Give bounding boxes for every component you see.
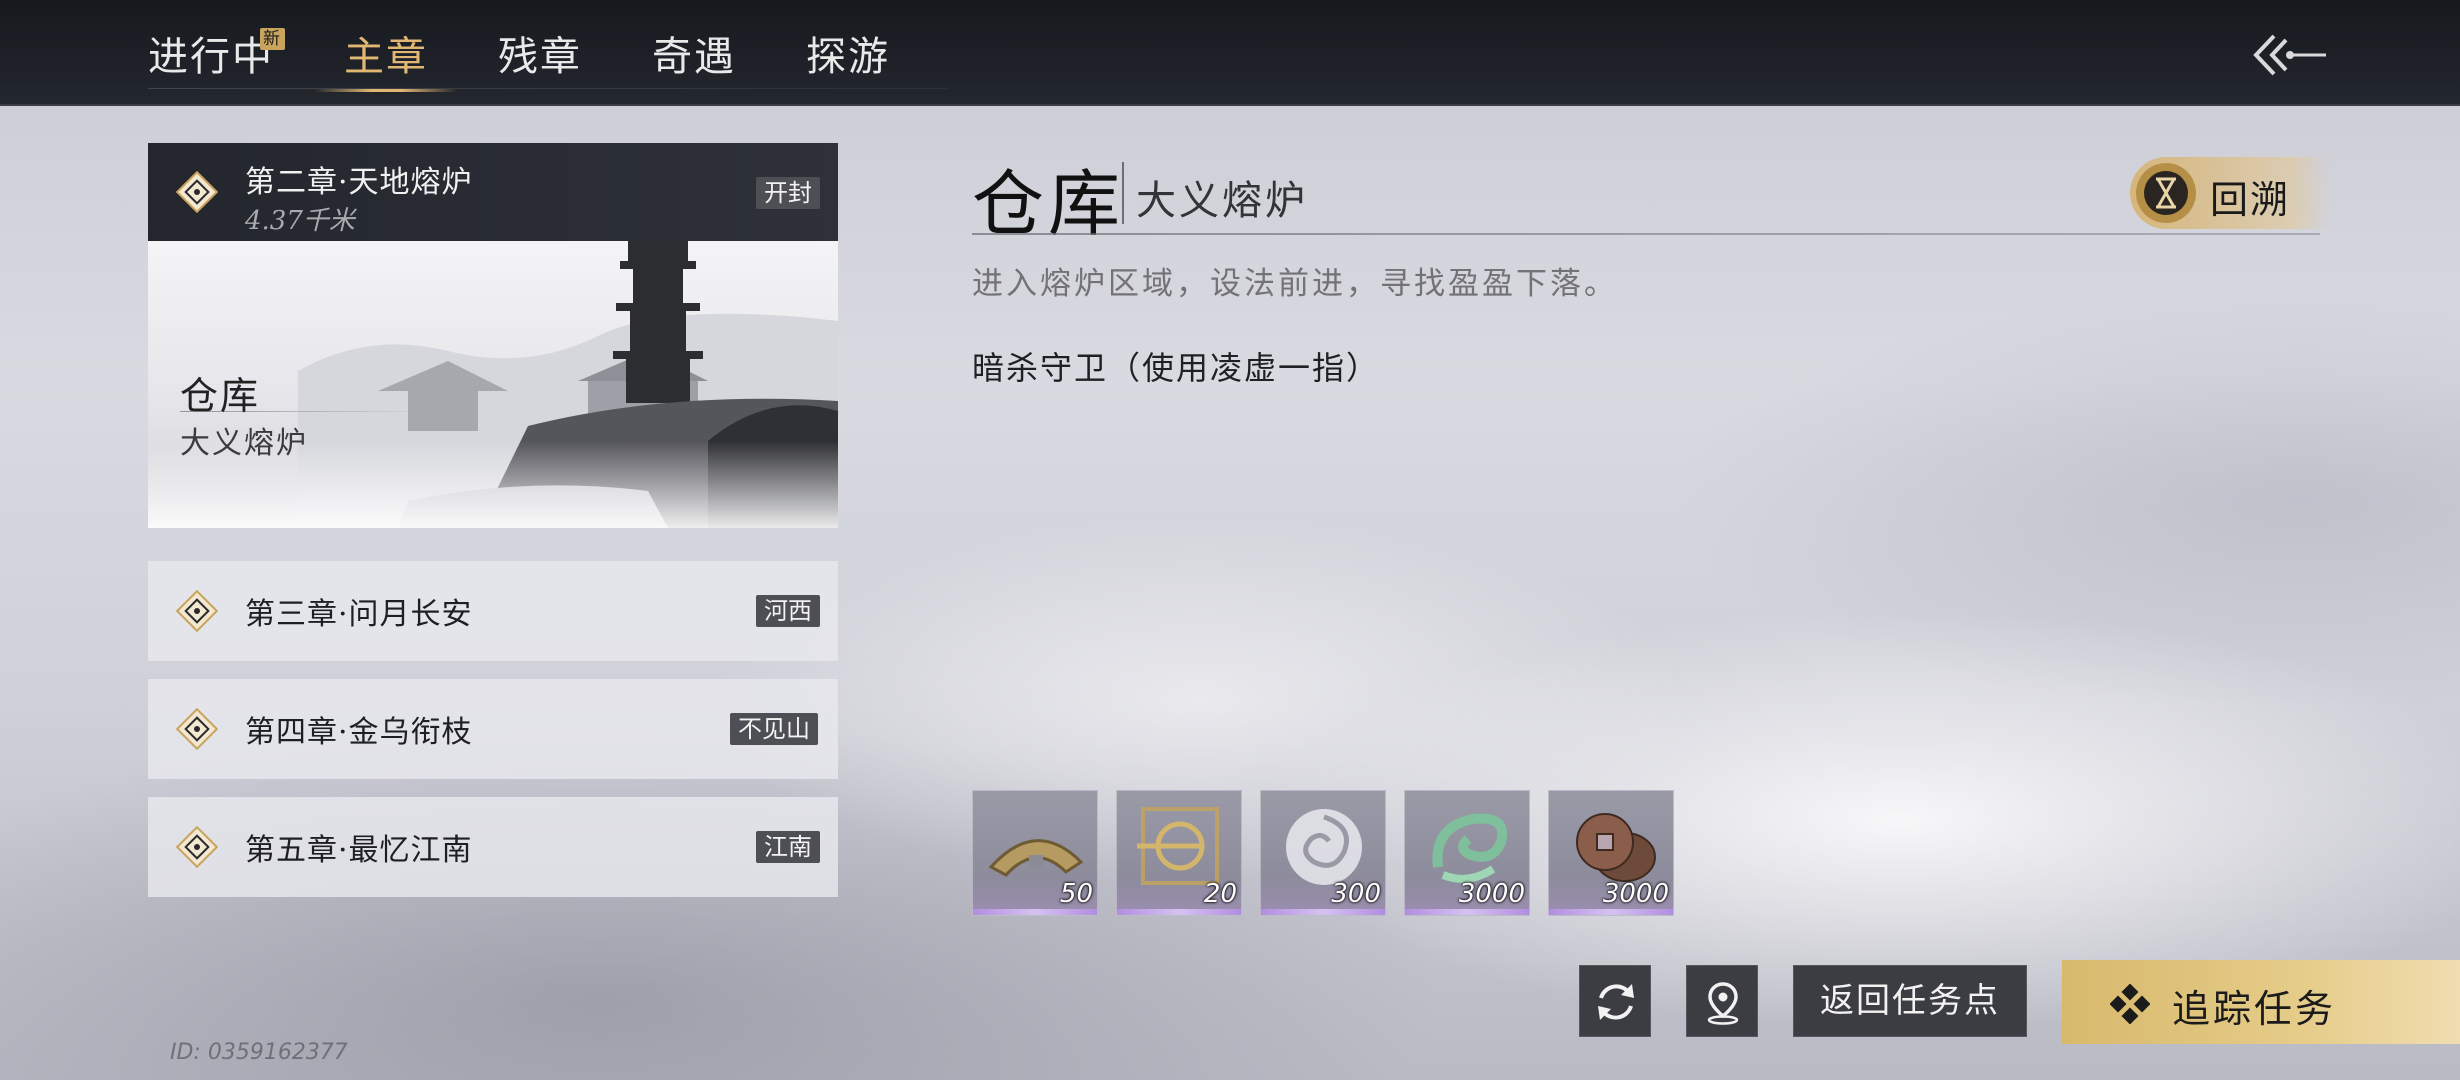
chapter-row[interactable]: 第五章·最忆江南 江南	[148, 797, 838, 897]
back-arrow-icon	[2253, 34, 2326, 76]
chapter-header: 第二章·天地熔炉 4.37千米 开封	[148, 143, 838, 241]
tab-in-progress[interactable]: 进行中 新	[148, 0, 285, 106]
track-quest-button[interactable]: 追踪任务	[2062, 960, 2460, 1044]
map-pin-icon	[1707, 982, 1739, 1025]
tab-side-chapter[interactable]: 残章	[498, 0, 582, 106]
track-diamond-icon	[2110, 984, 2150, 1024]
tab-list: 进行中 新 主章 残章 奇遇 探游	[148, 0, 960, 106]
place-divider	[180, 411, 430, 412]
track-quest-label: 追踪任务	[2172, 987, 2337, 1031]
return-to-quest-button[interactable]: 返回任务点	[1793, 965, 2027, 1037]
refresh-button[interactable]	[1579, 965, 1651, 1037]
chapter-title: 第四章·金乌衔枝	[245, 715, 473, 750]
chapter-row[interactable]: 第三章·问月长安 河西	[148, 561, 838, 661]
chapter-title: 第三章·问月长安	[245, 597, 473, 632]
rewind-button[interactable]: 回溯	[2130, 157, 2330, 229]
quest-objective: 暗杀守卫（使用凌虚一指）	[972, 349, 1381, 387]
tab-main-chapter[interactable]: 主章	[314, 0, 458, 106]
tab-encounter[interactable]: 奇遇	[652, 0, 736, 106]
tab-label: 探游	[806, 34, 890, 80]
chapter-area: 大义熔炉	[180, 426, 308, 461]
chapter-row[interactable]: 第四章·金乌衔枝 不见山	[148, 679, 838, 779]
location-tag: 不见山	[730, 713, 818, 745]
chapter-diamond-icon	[176, 171, 218, 213]
player-id: ID: 0359162377	[170, 1040, 348, 1065]
quest-description: 进入熔炉区域，设法前进，寻找盈盈下落。	[972, 266, 1618, 302]
reward-item[interactable]: 3000	[1404, 790, 1530, 916]
reward-count: 3000	[1458, 879, 1525, 909]
quest-subtitle: 大义熔炉	[1136, 178, 1308, 224]
reward-count: 20	[1203, 879, 1237, 909]
title-rule	[972, 233, 2320, 235]
chapter-title: 第二章·天地熔炉	[245, 165, 473, 200]
tab-label: 残章	[498, 34, 582, 80]
tab-label: 主章	[344, 34, 428, 80]
current-chapter-card[interactable]: 第二章·天地熔炉 4.37千米 开封 仓库 大义熔炉	[148, 143, 838, 528]
new-badge: 新	[260, 28, 285, 50]
tab-label: 进行中	[148, 34, 274, 80]
back-button[interactable]	[2250, 30, 2330, 80]
tab-label: 奇遇	[652, 34, 736, 80]
locate-button[interactable]	[1686, 965, 1758, 1037]
title-separator	[1122, 162, 1124, 224]
reward-count: 3000	[1602, 879, 1669, 909]
hourglass-icon	[2136, 163, 2196, 223]
reward-count: 300	[1331, 879, 1381, 909]
chapter-title: 第五章·最忆江南	[245, 833, 473, 868]
chapter-diamond-icon	[176, 826, 218, 868]
refresh-icon	[1598, 984, 1634, 1020]
location-tag: 江南	[756, 831, 820, 863]
chapter-distance: 4.37千米	[245, 206, 355, 236]
chapter-diamond-icon	[176, 590, 218, 632]
chapter-diamond-icon	[176, 708, 218, 750]
reward-item[interactable]: 3000	[1548, 790, 1674, 916]
rewind-label: 回溯	[2210, 178, 2291, 222]
location-tag: 河西	[756, 595, 820, 627]
top-nav-bar: 进行中 新 主章 残章 奇遇 探游	[0, 0, 2460, 106]
tab-explore[interactable]: 探游	[806, 0, 890, 106]
reward-item[interactable]: 20	[1116, 790, 1242, 916]
reward-count: 50	[1059, 879, 1093, 909]
reward-item[interactable]: 50	[972, 790, 1098, 916]
location-tag: 开封	[756, 177, 820, 209]
reward-item[interactable]: 300	[1260, 790, 1386, 916]
